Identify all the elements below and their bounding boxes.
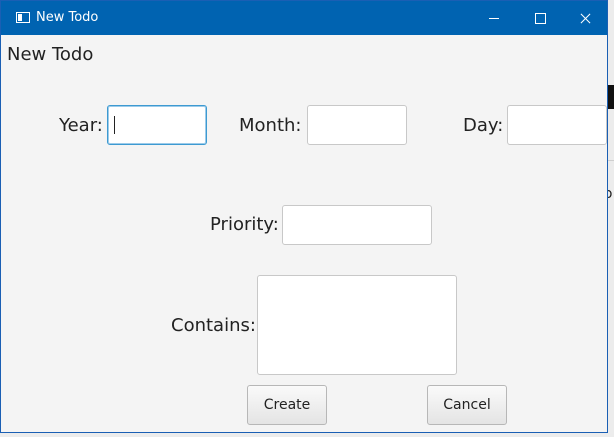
title-bar[interactable]: New Todo (1, 1, 607, 35)
contains-label: Contains: (171, 315, 256, 336)
priority-input[interactable] (282, 205, 432, 245)
window-title: New Todo (36, 10, 99, 25)
priority-label: Priority: (210, 214, 279, 235)
minimize-icon[interactable] (471, 1, 517, 35)
day-label: Day: (463, 115, 504, 136)
app-window-icon (16, 12, 30, 23)
year-label: Year: (59, 115, 103, 136)
contains-textarea[interactable] (257, 275, 457, 375)
close-icon[interactable] (563, 1, 609, 35)
cancel-button[interactable]: Cancel (427, 385, 507, 425)
new-todo-dialog: New Todo New Todo Year: Month: Day: Prio… (0, 0, 608, 433)
year-input[interactable] (107, 105, 207, 145)
day-input[interactable] (507, 105, 607, 145)
create-button[interactable]: Create (247, 385, 327, 425)
month-input[interactable] (307, 105, 407, 145)
month-label: Month: (239, 115, 302, 136)
text-caret (114, 116, 115, 134)
page-title: New Todo (7, 44, 94, 65)
maximize-icon[interactable] (517, 1, 563, 35)
